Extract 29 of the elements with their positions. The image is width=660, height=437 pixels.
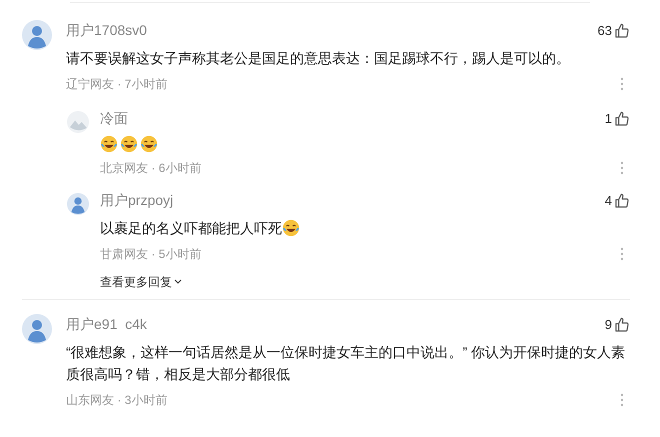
comment-text: 请不要误解这女子声称其老公是国足的意思表达：国足踢球不行，踢人是可以的。 (66, 49, 570, 68)
comment-meta: 北京网友 · 6小时前 (100, 160, 202, 177)
comment-meta: 山东网友 · 3小时前 (66, 392, 168, 409)
laughing-emoji-icon (282, 219, 300, 237)
view-more-replies-link[interactable]: 查看更多回复 (100, 273, 182, 291)
like-count: 1 (604, 110, 612, 128)
username[interactable]: 冷面 (100, 108, 128, 129)
like-count: 63 (598, 22, 612, 40)
chevron-down-icon (174, 279, 182, 285)
laughing-emoji-icon (100, 135, 118, 153)
username[interactable]: 用户e91 c4k (66, 314, 147, 335)
avatar-icon (67, 111, 89, 133)
avatar-icon (67, 193, 89, 215)
thumbs-up-icon[interactable] (614, 110, 630, 126)
username[interactable]: 用户przpoyj (100, 190, 174, 211)
like-count: 4 (604, 192, 612, 210)
like-count: 9 (604, 316, 612, 334)
comment-meta: 辽宁网友 · 7小时前 (66, 76, 168, 93)
thumbs-up-icon[interactable] (614, 316, 630, 332)
comment-meta: 甘肃网友 · 5小时前 (100, 246, 202, 263)
thumbs-up-icon[interactable] (614, 192, 630, 208)
avatar-icon (22, 314, 52, 344)
avatar-icon (22, 20, 52, 50)
username[interactable]: 用户1708sv0 (66, 20, 147, 41)
comment-text: 以裹足的名义吓都能把人吓死 (100, 219, 282, 238)
laughing-emoji-icon (120, 135, 138, 153)
laughing-emoji-icon (140, 135, 158, 153)
thumbs-up-icon[interactable] (614, 22, 630, 38)
comment-text: “很难想象，这样一句话居然是从一位保时捷女车主的口中说出。” 你认为开保时捷的女人素质很高吗？错，相反是大部分都很低 (66, 343, 626, 384)
